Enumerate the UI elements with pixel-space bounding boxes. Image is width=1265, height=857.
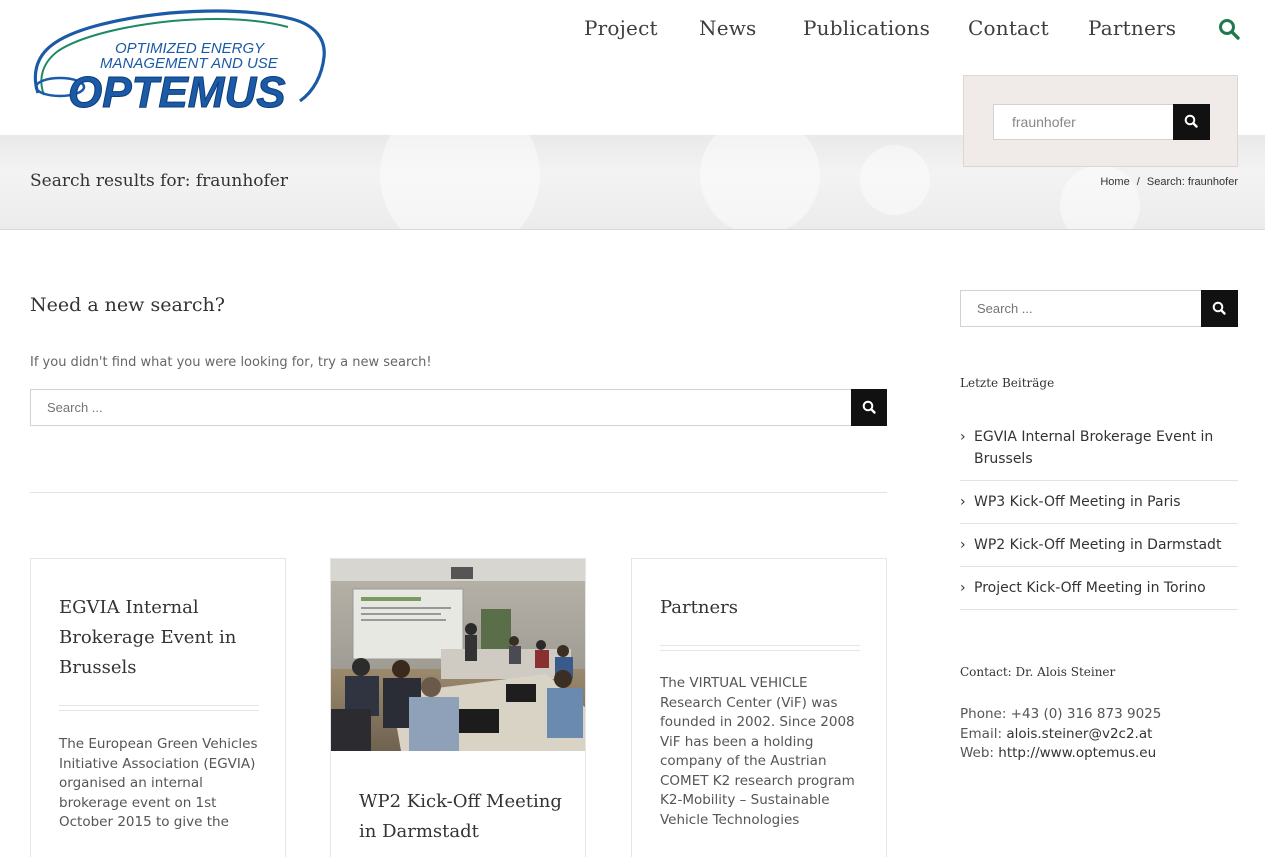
email-link[interactable]: alois.steiner@v2c2.at — [1006, 726, 1152, 742]
recent-post-label: Project Kick-Off Meeting in Torino — [974, 580, 1206, 596]
nav-item-publications[interactable]: Publications — [803, 16, 930, 40]
logo-graphic: OPTIMIZED ENERGY MANAGEMENT AND USE OPTE… — [33, 9, 326, 118]
search-icon — [1212, 301, 1226, 315]
section-divider — [30, 492, 887, 493]
recent-post-item[interactable]: › WP2 Kick-Off Meeting in Darmstadt — [960, 524, 1238, 567]
recent-post-item[interactable]: › EGVIA Internal Brokerage Event in Bruss… — [960, 416, 1238, 481]
contact-web: Web: http://www.optemus.eu — [960, 744, 1161, 764]
page-title: Search results for: fraunhofer — [30, 171, 288, 191]
recent-post-item[interactable]: › Project Kick-Off Meeting in Torino — [960, 567, 1238, 610]
recent-post-label: EGVIA Internal Brokerage Event in Brusse… — [974, 429, 1214, 467]
new-search-heading: Need a new search? — [30, 294, 225, 316]
main-search-input[interactable] — [30, 389, 852, 426]
header-search-input[interactable] — [993, 104, 1175, 140]
web-label: Web: — [960, 745, 994, 761]
breadcrumb-home[interactable]: Home — [1100, 176, 1129, 188]
search-icon — [862, 400, 876, 414]
new-search-text: If you didn't find what you were looking… — [30, 355, 432, 370]
nav-item-news[interactable]: News — [699, 16, 757, 40]
card-title[interactable]: WP2 Kick-Off Meeting in Darmstadt — [359, 787, 569, 847]
recent-post-item[interactable]: › WP3 Kick-Off Meeting in Paris — [960, 481, 1238, 524]
sidebar-search-submit-button[interactable] — [1201, 290, 1238, 327]
recent-post-label: WP3 Kick-Off Meeting in Paris — [974, 494, 1181, 510]
decor-bubble — [700, 135, 820, 229]
card-separator — [59, 705, 259, 711]
breadcrumb-separator: / — [1136, 176, 1140, 188]
card-excerpt: The European Green Vehicles Initiative A… — [59, 736, 258, 830]
chevron-right-icon: › — [960, 494, 966, 510]
result-card: Partners The VIRTUAL VEHICLE Research Ce… — [631, 558, 887, 857]
meeting-photo[interactable] — [331, 559, 585, 751]
search-icon — [1184, 114, 1198, 128]
recent-post-label: WP2 Kick-Off Meeting in Darmstadt — [974, 537, 1222, 553]
nav-item-partners[interactable]: Partners — [1088, 16, 1176, 40]
web-link[interactable]: http://www.optemus.eu — [998, 745, 1156, 761]
breadcrumb: Home / Search: fraunhofer — [1100, 176, 1238, 188]
search-icon[interactable] — [1218, 18, 1240, 40]
card-title[interactable]: EGVIA Internal Brokerage Event in Brusse… — [59, 593, 259, 683]
nav-item-contact[interactable]: Contact — [968, 16, 1049, 40]
header-search-dropdown — [963, 75, 1238, 167]
nav-item-project[interactable]: Project — [584, 16, 658, 40]
email-label: Email: — [960, 725, 1003, 742]
result-card: WP2 Kick-Off Meeting in Darmstadt — [330, 558, 586, 857]
result-card: EGVIA Internal Brokerage Event in Brusse… — [30, 558, 286, 857]
logo-brand: OPTEMUS — [68, 68, 286, 115]
main-search-submit-button[interactable] — [851, 389, 887, 426]
sidebar-search-input[interactable] — [960, 290, 1202, 327]
contact-email: Email: alois.steiner@v2c2.at — [960, 725, 1161, 745]
contact-heading: Contact: Dr. Alois Steiner — [960, 665, 1116, 679]
contact-phone: Phone: +43 (0) 316 873 9025 — [960, 705, 1161, 725]
card-excerpt: The VIRTUAL VEHICLE Research Center (ViF… — [660, 675, 855, 828]
recent-posts-heading: Letzte Beiträge — [960, 376, 1055, 390]
breadcrumb-current: Search: fraunhofer — [1146, 176, 1238, 188]
chevron-right-icon: › — [960, 580, 966, 596]
card-title[interactable]: Partners — [660, 593, 860, 623]
phone-label: Phone: — [960, 706, 1007, 722]
decor-bubble — [860, 145, 930, 215]
card-separator — [660, 645, 860, 651]
optemus-logo[interactable]: OPTIMIZED ENERGY MANAGEMENT AND USE OPTE… — [30, 5, 330, 118]
header-search-submit-button[interactable] — [1173, 104, 1210, 140]
chevron-right-icon: › — [960, 429, 966, 445]
phone-value: +43 (0) 316 873 9025 — [1010, 706, 1162, 722]
chevron-right-icon: › — [960, 537, 966, 553]
main-nav: Project News Publications Contact Partne… — [560, 16, 1240, 46]
recent-posts-list: › EGVIA Internal Brokerage Event in Bruss… — [960, 416, 1238, 610]
decor-bubble — [380, 135, 540, 229]
decor-bubble — [1060, 165, 1140, 229]
contact-details: Phone: +43 (0) 316 873 9025 Email: alois… — [960, 705, 1161, 764]
